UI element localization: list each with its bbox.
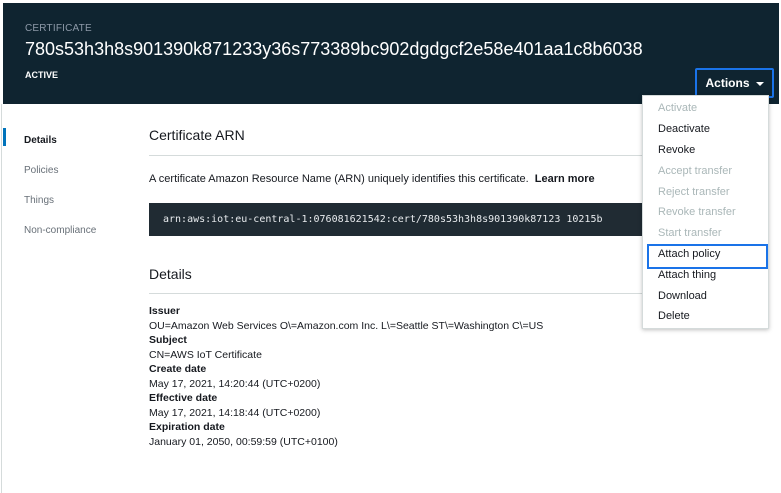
create-date-label: Create date xyxy=(149,363,207,375)
menu-item-activate: Activate xyxy=(658,102,698,115)
issuer-label: Issuer xyxy=(149,305,180,317)
nav-item-policies[interactable]: Policies xyxy=(0,155,130,185)
caret-down-icon xyxy=(755,82,764,86)
menu-item-deactivate[interactable]: Deactivate xyxy=(643,119,768,140)
details-section-title: Details xyxy=(149,266,192,282)
menu-item-revoke-transfer: Revoke transfer xyxy=(658,206,736,219)
arn-description-text: A certificate Amazon Resource Name (ARN)… xyxy=(149,173,529,185)
nav-item-non-compliance[interactable]: Non-compliance xyxy=(0,215,130,245)
nav-item-things[interactable]: Things xyxy=(0,185,130,215)
details-section-divider xyxy=(149,293,649,294)
arn-code-box: arn:aws:iot:eu-central-1:076081621542:ce… xyxy=(149,203,649,236)
menu-item-revoke[interactable]: Revoke xyxy=(643,140,768,161)
side-nav: Details Policies Things Non-compliance xyxy=(0,125,130,245)
actions-menu: Activate Deactivate Revoke Accept transf… xyxy=(642,95,769,329)
details-list: Issuer OU=Amazon Web Services O\=Amazon.… xyxy=(149,304,543,449)
menu-item-delete[interactable]: Delete xyxy=(643,306,768,327)
menu-item-accept-transfer: Accept transfer xyxy=(658,164,732,177)
menu-item-start-transfer: Start transfer xyxy=(658,227,722,240)
status-badge: ACTIVE xyxy=(25,70,59,80)
arn-value: arn:aws:iot:eu-central-1:076081621542:ce… xyxy=(163,214,603,225)
menu-item-attach-thing[interactable]: Attach thing xyxy=(643,264,768,285)
learn-more-link[interactable]: Learn more xyxy=(535,173,595,185)
expiration-date-value: January 01, 2050, 00:59:59 (UTC+0100) xyxy=(149,435,338,448)
menu-item-reject-transfer: Reject transfer xyxy=(658,185,730,198)
nav-item-details[interactable]: Details xyxy=(0,125,130,155)
issuer-value: OU=Amazon Web Services O\=Amazon.com Inc… xyxy=(149,319,544,332)
certificate-header: CERTIFICATE 780s53h3h8s901390k871233y36s… xyxy=(3,3,779,104)
certificate-label: CERTIFICATE xyxy=(25,23,92,34)
actions-button-label: Actions xyxy=(705,76,750,90)
arn-section-divider xyxy=(149,155,649,156)
expiration-date-label: Expiration date xyxy=(149,421,225,433)
certificate-id: 780s53h3h8s901390k871233y36s773389bc902d… xyxy=(25,39,643,59)
arn-description: A certificate Amazon Resource Name (ARN)… xyxy=(149,173,595,185)
arn-section-title: Certificate ARN xyxy=(149,127,245,143)
menu-item-attach-policy[interactable]: Attach policy xyxy=(643,243,768,269)
subject-label: Subject xyxy=(149,334,187,346)
actions-button[interactable]: Actions xyxy=(695,68,774,98)
subject-value: CN=AWS IoT Certificate xyxy=(149,348,262,361)
menu-item-download[interactable]: Download xyxy=(643,285,768,306)
create-date-value: May 17, 2021, 14:20:44 (UTC+0200) xyxy=(149,377,321,390)
effective-date-value: May 17, 2021, 14:18:44 (UTC+0200) xyxy=(149,406,321,419)
effective-date-label: Effective date xyxy=(149,392,218,404)
